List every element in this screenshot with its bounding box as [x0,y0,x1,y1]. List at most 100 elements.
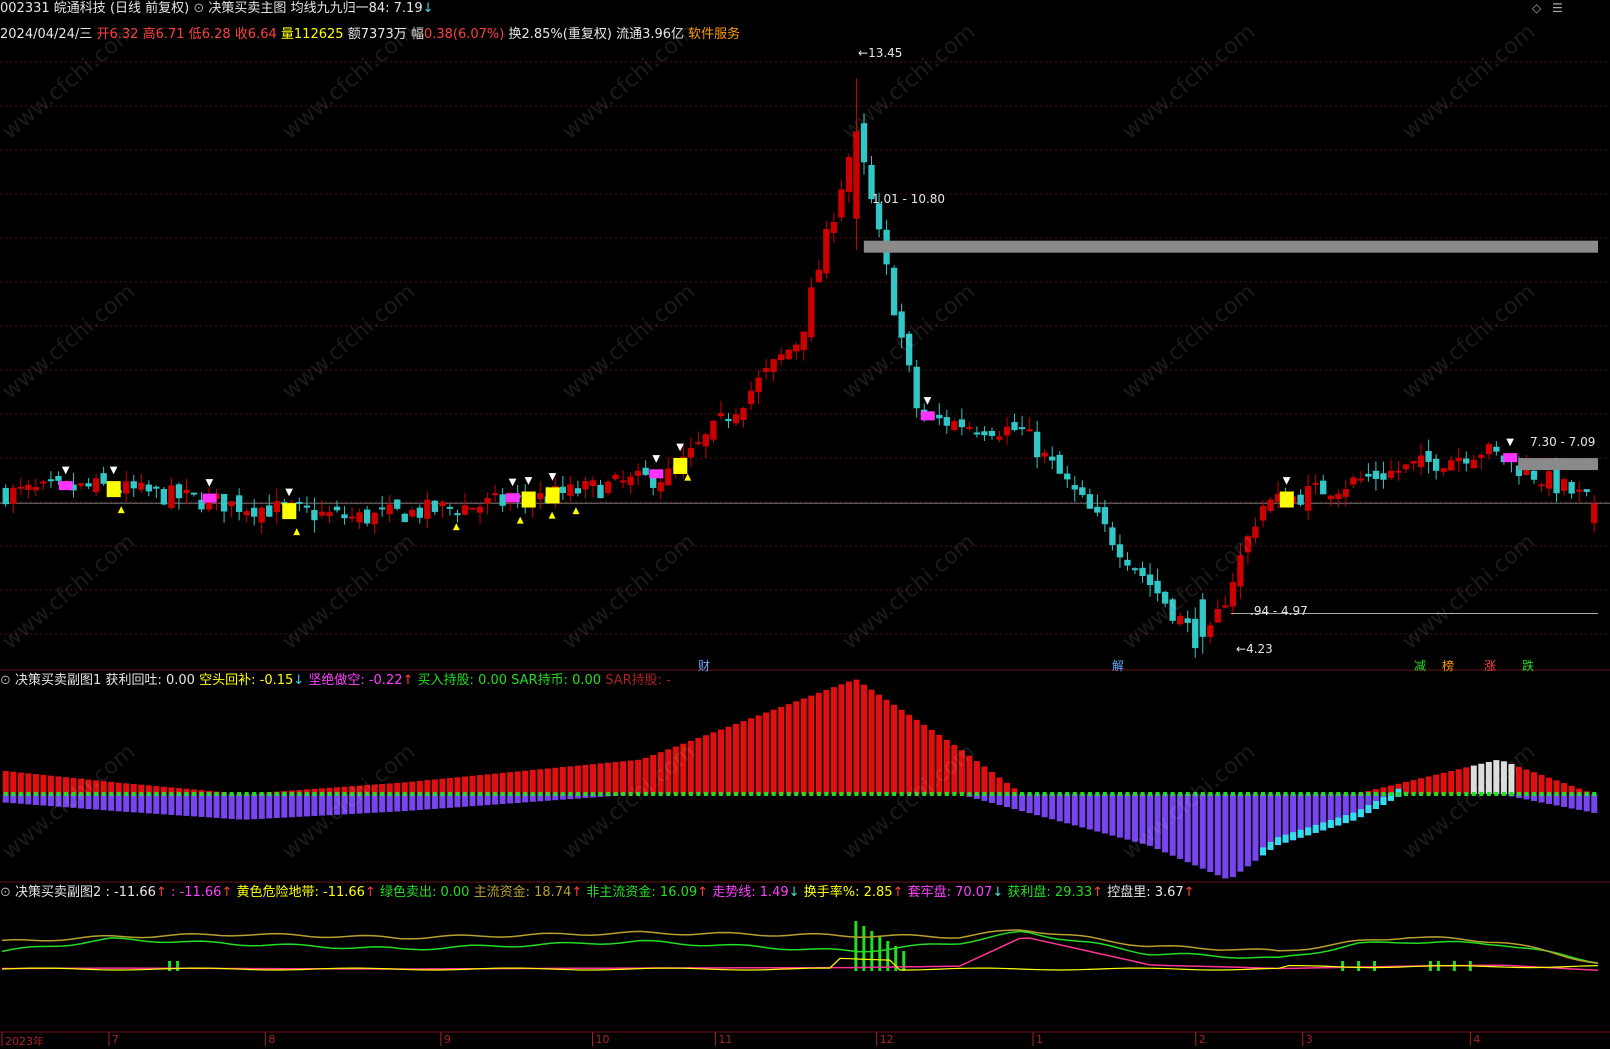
panel1-header: ⊙ 决策买卖副图1 获利回吐: 0.00 空头回补: -0.15↓ 坚绝做空: … [0,672,671,689]
marker-jian[interactable]: 减 [1414,657,1426,674]
sell-arrow: ▼ [549,471,557,482]
profit-bar [876,694,883,794]
candle-body [913,366,920,409]
sar-dot [297,792,302,796]
profit-bar [589,764,596,794]
short-bar [1259,794,1267,856]
candle-body [1425,450,1432,462]
sar-dot [967,792,972,796]
panel2-collapse-icon[interactable]: ⊙ [0,885,11,900]
profit-bar [815,692,822,794]
sar-dot [1012,792,1017,796]
marker-jie[interactable]: 解 [1112,657,1124,674]
sar-dot [207,792,212,796]
candle-body [619,480,627,483]
candle-body [1184,618,1191,623]
marker-bang[interactable]: 榜 [1442,657,1454,674]
sar-dot [109,792,114,796]
candle-body [251,507,258,517]
sar-dot [530,792,535,796]
candle-body [356,512,363,523]
sar-dot [1230,792,1235,796]
x-tick-label: 2 [1198,1033,1206,1046]
candle-body [1312,482,1319,485]
short-bar [138,794,145,813]
buy-arrow: ▲ [453,522,460,532]
sar-dot [590,792,595,796]
sar-dot [214,792,219,796]
candle-body [379,507,386,510]
sar-dot [1065,792,1070,796]
profit-bar [477,775,484,794]
profit-bar [785,704,792,794]
sar-dot [124,792,129,796]
short-bar [100,794,107,811]
short-bar [1214,794,1221,876]
sar-dot [1027,792,1032,796]
profit-bar [702,735,709,794]
profit-bar [10,771,17,794]
sar-dot [1260,792,1265,796]
candle-body [1041,452,1048,457]
profit-bar [25,773,32,794]
profit-bar [1448,771,1455,794]
candle-body [1440,468,1447,472]
panel1-title[interactable]: 决策买卖副图1 [15,673,101,688]
marker-cai[interactable]: 财 [698,657,710,674]
short-bar [130,794,137,813]
candle-body [725,418,732,422]
profit-bar [725,726,732,794]
panel1-collapse-icon[interactable]: ⊙ [0,673,11,688]
short-bar [206,794,213,818]
sar-dot [1532,792,1537,796]
resistance-band [863,240,1598,253]
candle-body [1222,605,1229,608]
sar-dot [319,792,324,796]
short-bar [1229,794,1236,878]
candle-body [1380,473,1387,480]
candle-body [168,485,175,508]
sar-dot [1411,792,1416,796]
profit-bar [522,770,529,794]
panel2-title[interactable]: 决策买卖副图2 [15,885,101,900]
signal-box [545,487,560,504]
candle-body [1018,427,1026,430]
x-tick-label: 7 [111,1033,119,1046]
candle-body [1387,470,1395,478]
short-bar [1064,794,1071,824]
candle-body [1011,422,1018,431]
short-bar [213,794,220,818]
candle-body [747,390,755,405]
candle-body [838,189,845,218]
sar-dot [500,792,505,796]
profit-bar [17,772,24,794]
sar-dot [11,792,16,796]
sar-dot [1095,792,1100,796]
short-bar [439,794,446,809]
sar-dot [1358,792,1363,796]
candle-body [687,448,695,458]
marker-zhang[interactable]: 涨 [1484,657,1496,674]
profit-bar [988,771,995,794]
signal-box [920,411,935,421]
watermark: www.cfchi.com [278,279,420,404]
candle-body [1033,431,1041,458]
profit-bar [710,732,717,794]
candle-body [235,495,243,512]
x-tick-label: 1 [1036,1033,1044,1046]
x-tick-label: 2023年 [5,1035,44,1048]
marker-die[interactable]: 跌 [1522,657,1534,674]
short-bar [258,794,265,819]
watermark: www.cfchi.com [1398,529,1540,654]
profit-bar [845,681,852,794]
candle-body [175,484,183,499]
sar-dot [824,792,829,796]
sar-dot [583,792,588,796]
candle-body [25,484,32,490]
cover-tip [1305,827,1312,836]
candle-body [740,407,747,420]
short-bar [1041,794,1048,818]
short-bar [1267,794,1274,850]
candle-body [890,267,898,316]
sar-dot [779,792,784,796]
